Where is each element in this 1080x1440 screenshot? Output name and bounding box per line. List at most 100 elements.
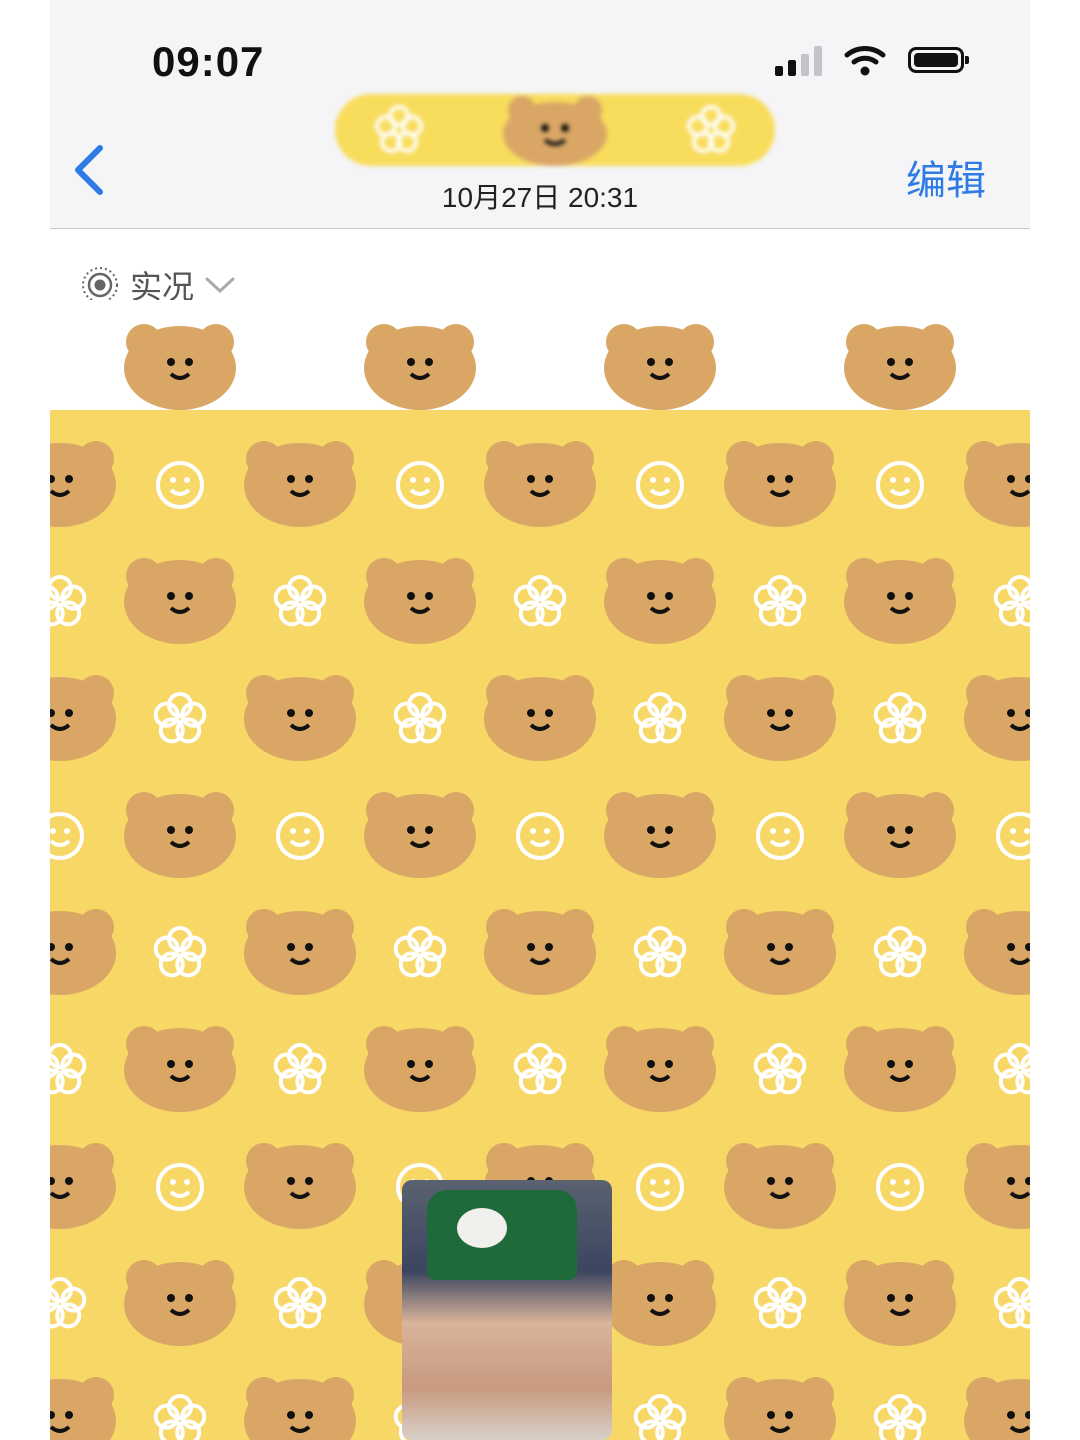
flower-sticker	[753, 341, 807, 393]
duck-pattern	[457, 1208, 507, 1248]
bear-sticker	[244, 1143, 356, 1229]
bear-sticker	[364, 558, 476, 644]
flower-sticker	[513, 341, 567, 393]
bear-sticker	[844, 1260, 956, 1346]
bear-sticker	[484, 441, 596, 527]
smiley-sticker	[50, 812, 84, 860]
bear-sticker	[964, 441, 1030, 527]
navigation-header: 09:07 10月27日 20:31 编辑	[50, 0, 1030, 229]
bear-sticker	[124, 792, 236, 878]
bear-sticker	[124, 1026, 236, 1112]
wifi-icon	[844, 46, 886, 76]
bear-sticker	[364, 792, 476, 878]
bear-sticker	[844, 792, 956, 878]
flower-sticker	[873, 926, 927, 978]
bear-sticker	[844, 558, 956, 644]
flower-sticker	[993, 1043, 1030, 1095]
redaction-sticker	[335, 94, 775, 166]
flower-sticker	[153, 926, 207, 978]
bear-sticker	[484, 675, 596, 761]
flower-sticker	[393, 926, 447, 978]
bear-sticker	[964, 1143, 1030, 1229]
smiley-sticker	[876, 1163, 924, 1211]
smiley-sticker	[156, 1163, 204, 1211]
flower-sticker	[513, 575, 567, 627]
photo-view[interactable]	[50, 300, 1030, 1440]
flower-sticker	[873, 1394, 927, 1440]
bear-sticker	[484, 909, 596, 995]
status-icons	[775, 44, 969, 76]
bear-sticker	[50, 1143, 116, 1229]
smiley-sticker	[636, 1163, 684, 1211]
smiley-sticker	[156, 461, 204, 509]
smiley-sticker	[276, 812, 324, 860]
bear-sticker	[724, 675, 836, 761]
cellular-signal-icon	[775, 44, 822, 76]
photo-date-time: 10月27日 20:31	[441, 182, 639, 213]
bear-sticker	[124, 558, 236, 644]
bear-sticker	[964, 909, 1030, 995]
smiley-sticker	[876, 461, 924, 509]
battery-icon	[908, 47, 969, 73]
flower-sticker-icon	[686, 105, 735, 153]
flower-sticker	[50, 1043, 87, 1095]
flower-sticker	[993, 1277, 1030, 1329]
bear-sticker	[964, 1377, 1030, 1440]
bear-sticker	[844, 324, 956, 410]
flower-sticker	[513, 1043, 567, 1095]
flower-sticker	[993, 575, 1030, 627]
bear-sticker	[244, 1377, 356, 1440]
flower-sticker	[633, 926, 687, 978]
bear-sticker	[364, 324, 476, 410]
flower-sticker	[753, 575, 807, 627]
edit-button[interactable]: 编辑	[906, 148, 986, 206]
bear-sticker	[124, 1260, 236, 1346]
photos-app-screen: 09:07 10月27日 20:31 编辑 实况	[50, 0, 1030, 1440]
bear-sticker	[964, 675, 1030, 761]
bear-sticker	[244, 909, 356, 995]
bear-sticker	[604, 558, 716, 644]
smiley-sticker	[996, 812, 1030, 860]
smiley-sticker	[516, 812, 564, 860]
bear-sticker	[724, 1143, 836, 1229]
flower-sticker	[753, 1277, 807, 1329]
flower-sticker	[50, 1277, 87, 1329]
flower-sticker	[993, 341, 1030, 393]
photo-subject	[402, 1180, 612, 1440]
bear-sticker	[50, 675, 116, 761]
status-time: 09:07	[152, 38, 265, 85]
bear-sticker	[50, 909, 116, 995]
flower-sticker	[633, 1394, 687, 1440]
bear-sticker	[244, 675, 356, 761]
flower-sticker	[633, 692, 687, 744]
flower-sticker	[753, 1043, 807, 1095]
flower-sticker	[153, 1394, 207, 1440]
bear-sticker	[604, 1260, 716, 1346]
bear-sticker	[604, 792, 716, 878]
flower-sticker	[50, 575, 87, 627]
flower-sticker-icon	[375, 105, 424, 153]
smiley-sticker	[396, 461, 444, 509]
bear-sticker	[604, 324, 716, 410]
bear-sticker	[724, 1377, 836, 1440]
chevron-down-icon	[205, 277, 235, 294]
flower-sticker	[273, 1043, 327, 1095]
flower-sticker	[873, 692, 927, 744]
flower-sticker	[273, 341, 327, 393]
bear-sticker	[724, 441, 836, 527]
flower-sticker	[273, 1277, 327, 1329]
smiley-sticker	[756, 812, 804, 860]
bear-sticker	[364, 1026, 476, 1112]
bear-sticker	[844, 1026, 956, 1112]
bear-sticker	[244, 441, 356, 527]
live-photo-icon	[82, 267, 118, 303]
flower-sticker	[393, 692, 447, 744]
bear-sticker	[50, 1377, 116, 1440]
smiley-sticker	[636, 461, 684, 509]
bear-sticker	[724, 909, 836, 995]
flower-sticker	[273, 575, 327, 627]
bear-sticker	[604, 1026, 716, 1112]
flower-sticker	[153, 692, 207, 744]
flower-sticker	[50, 341, 87, 393]
bear-sticker	[50, 441, 116, 527]
